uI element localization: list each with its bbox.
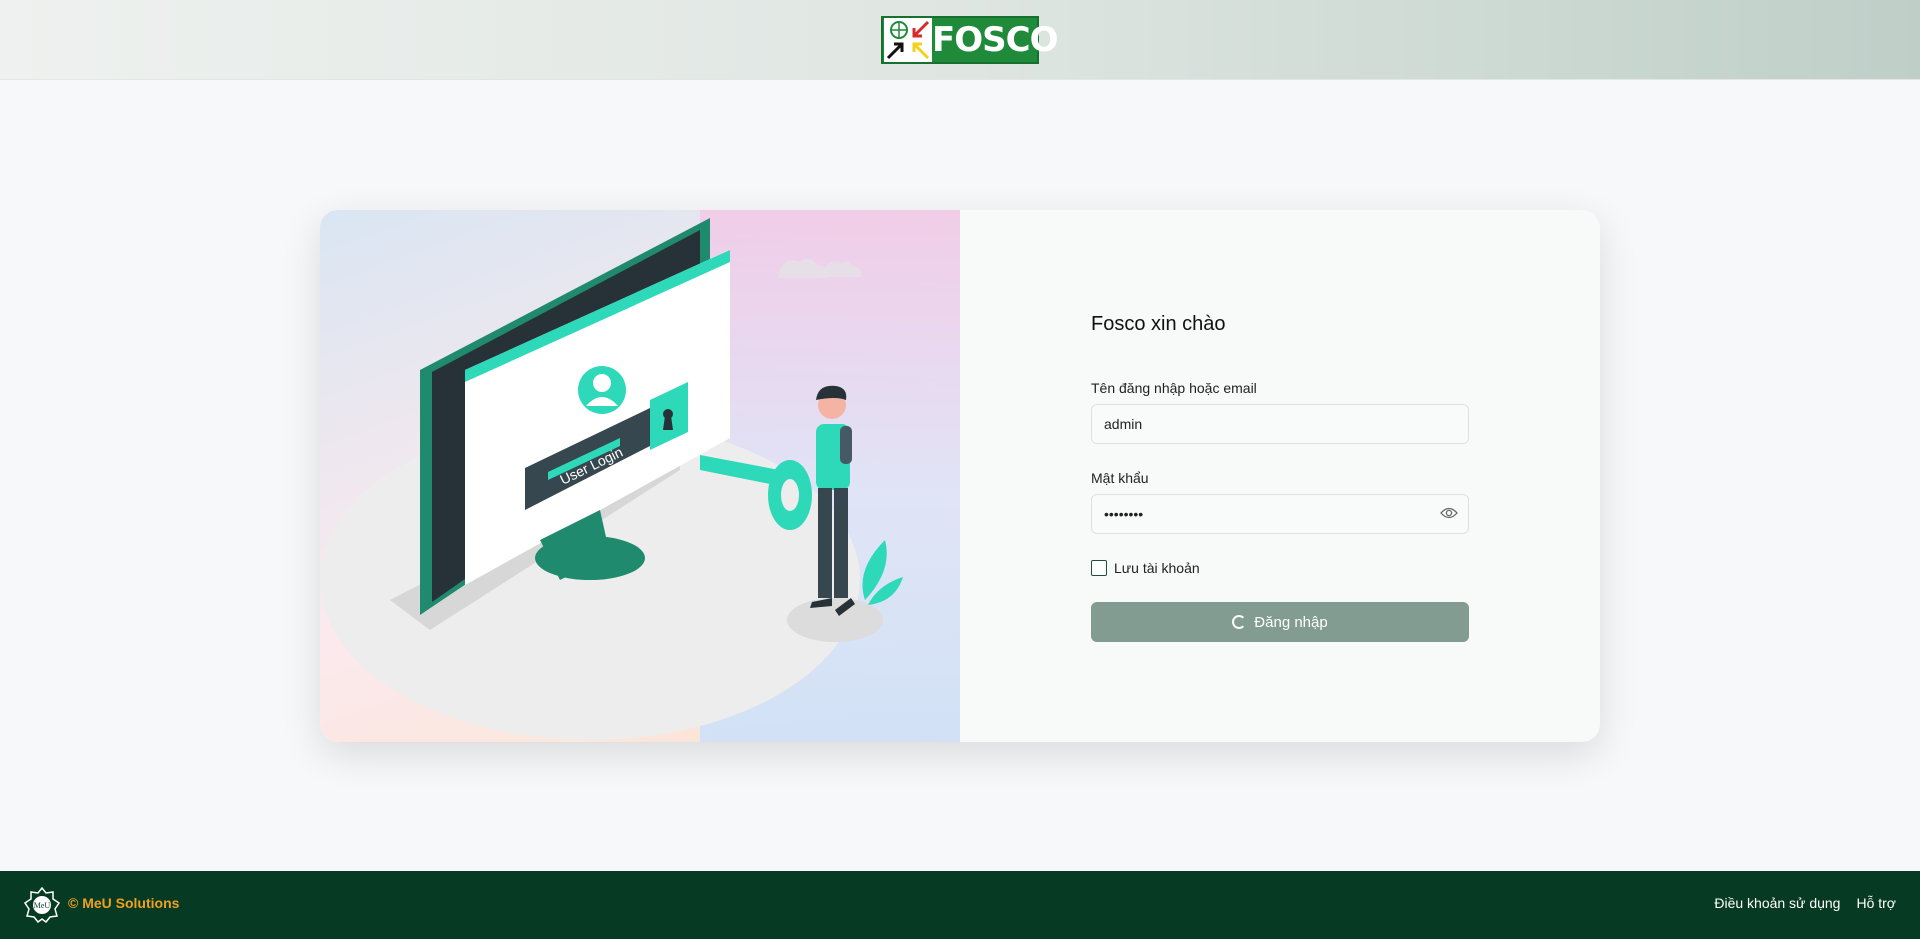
login-card: User Login Fosco xin chào Tên đăng nhập … xyxy=(320,210,1600,742)
username-input[interactable] xyxy=(1091,404,1469,444)
meu-logo-icon[interactable]: MeU xyxy=(24,887,60,923)
login-form: Fosco xin chào Tên đăng nhập hoặc email … xyxy=(960,210,1600,742)
loading-spinner-icon xyxy=(1232,615,1247,629)
fosco-logo-icon xyxy=(884,18,932,62)
eye-icon[interactable] xyxy=(1440,506,1458,520)
user-login-illustration-icon: User Login xyxy=(320,218,903,740)
username-label: Tên đăng nhập hoặc email xyxy=(1091,380,1257,396)
login-title: Fosco xin chào xyxy=(1091,313,1226,335)
password-input[interactable] xyxy=(1091,494,1469,534)
footer-links: Điều khoản sử dụng Hỗ trợ xyxy=(1714,895,1896,911)
footer: MeU © MeU Solutions Điều khoản sử dụng H… xyxy=(0,871,1920,939)
top-header: FOSCO xyxy=(0,0,1920,80)
fosco-logo[interactable]: FOSCO xyxy=(881,16,1058,64)
fosco-logo-text: FOSCO xyxy=(932,20,1058,60)
login-button[interactable]: Đăng nhập xyxy=(1091,602,1469,642)
password-label: Mật khẩu xyxy=(1091,470,1149,486)
remember-label[interactable]: Lưu tài khoản xyxy=(1114,560,1200,576)
terms-link[interactable]: Điều khoản sử dụng xyxy=(1714,895,1840,911)
login-button-label: Đăng nhập xyxy=(1254,613,1328,631)
login-illustration: User Login xyxy=(320,210,960,742)
meu-logo-text: MeU xyxy=(34,901,51,910)
support-link[interactable]: Hỗ trợ xyxy=(1856,895,1896,911)
remember-checkbox[interactable] xyxy=(1091,560,1107,576)
copyright-text[interactable]: © MeU Solutions xyxy=(68,895,179,911)
